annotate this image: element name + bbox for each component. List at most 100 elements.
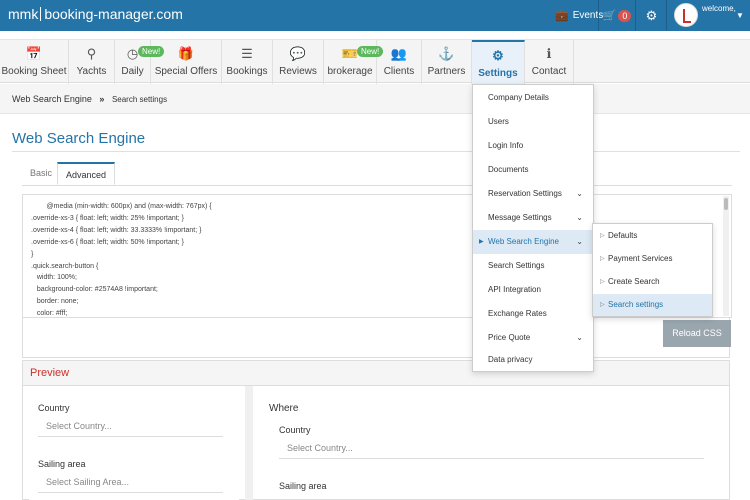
nav-settings[interactable]: ⚙ Settings [472,40,525,84]
breadcrumb-parent[interactable]: Web Search Engine [12,94,92,104]
menu-item-api-integration[interactable]: API Integration [473,278,593,302]
sailing-area-label: Sailing area [38,459,86,469]
menu-item-company-details[interactable]: Company Details [473,86,593,110]
submenu-item-label: Payment Services [608,254,673,263]
menu-item-label: Company Details [488,93,549,102]
title-divider [12,151,740,152]
nav-label: Daily [121,66,144,77]
menu-item-exchange-rates[interactable]: Exchange Rates [473,302,593,326]
comment-icon: 💬 [289,46,307,61]
country-label: Country [279,425,311,435]
top-bar: mmk booking-manager.com 💼 Events 🛒 0 ⚙ we… [0,0,750,31]
menu-item-message-settings[interactable]: Message Settings ⌄ [473,206,593,230]
country-select[interactable]: Select Country... [279,443,704,459]
chevron-down-icon: ⌄ [576,189,583,198]
code-line: @media (min-width: 600px) and (max-width… [31,203,212,210]
logo[interactable]: mmk booking-manager.com [8,6,183,22]
menu-item-label: Web Search Engine [488,237,560,246]
editor-footer [22,318,730,358]
gift-icon: 🎁 [177,46,195,61]
breadcrumb: Web Search Engine » Search settings [0,84,750,114]
anchor-icon: ⚓ [438,46,455,61]
menu-item-search-settings[interactable]: Search Settings [473,254,593,278]
nav-special-offers[interactable]: 🎁 Special Offers [151,40,222,84]
menu-item-price-quote[interactable]: Price Quote ⌄ [473,326,593,350]
welcome-text: welcome, [702,4,736,13]
user-menu[interactable]: welcome, ▼ [668,0,750,31]
editor-scrollbar[interactable] [723,196,729,316]
logo-divider [40,7,42,21]
submenu-item-payment-services[interactable]: ▷ Payment Services [593,248,712,270]
nav-yachts[interactable]: ⚲ Yachts [69,40,115,84]
tab-advanced[interactable]: Advanced [57,162,116,185]
nav-label: brokerage [327,66,373,77]
sailing-area-select[interactable]: Select Sailing Area... [38,477,223,493]
menu-item-web-search-engine[interactable]: ▶ Web Search Engine ⌄ [473,230,593,254]
submenu-item-label: Search settings [608,300,664,309]
where-heading: Where [269,403,299,414]
preview-panel: Preview Country Select Country... Sailin… [22,360,730,500]
sailing-area-label: Sailing area [279,481,327,491]
menu-item-data-privacy[interactable]: Data privacy [473,348,593,372]
main-nav: 📅 Booking Sheet ⚲ Yachts ◷ Daily New! 🎁 … [0,39,750,84]
nav-label: Reviews [279,66,317,77]
menu-item-label: API Integration [488,285,541,294]
nav-label: Clients [383,66,415,77]
menu-item-users[interactable]: Users [473,110,593,134]
chevron-down-icon: ⌄ [576,237,583,246]
nav-contact[interactable]: ℹ Contact [525,40,574,84]
preview-right-form: Where Country Select Country... Sailing … [253,387,723,500]
events-button[interactable]: 💼 Events [555,0,603,31]
menu-item-documents[interactable]: Documents [473,158,593,182]
caret-right-icon: ▶ [479,239,484,245]
gear-icon: ⚙ [645,7,658,23]
nav-bookings[interactable]: ☰ Bookings [222,40,273,84]
breadcrumb-separator: » [99,94,105,104]
preview-left-form: Country Select Country... Sailing area S… [29,393,239,500]
nav-partners[interactable]: ⚓ Partners [422,40,472,84]
info-icon: ℹ [546,46,552,61]
nav-reviews[interactable]: 💬 Reviews [273,40,324,84]
nav-booking-sheet[interactable]: 📅 Booking Sheet [0,40,69,84]
country-select[interactable]: Select Country... [38,421,223,437]
nav-label: Partners [427,66,466,77]
nav-label: Bookings [226,66,268,77]
tab-basic[interactable]: Basic [22,162,60,185]
settings-gear-button[interactable]: ⚙ [637,0,667,31]
submenu-item-label: Defaults [608,231,638,240]
caret-right-icon: ▷ [600,302,605,308]
logo-domain: booking-manager.com [44,6,183,22]
web-search-engine-submenu: ▷ Defaults ▷ Payment Services ▷ Create Sear… [592,223,713,317]
cart-button[interactable]: 🛒 0 [598,0,636,31]
nav-label: Special Offers [154,66,218,77]
nav-clients[interactable]: 👥 Clients [377,40,422,84]
chevron-down-icon: ⌄ [576,333,583,342]
tab-divider [22,185,732,186]
preview-column-divider [245,386,253,500]
nav-label: Contact [531,66,567,77]
reload-css-button[interactable]: Reload CSS [663,320,731,347]
menu-item-label: Search Settings [488,261,545,270]
menu-item-label: Reservation Settings [488,189,562,198]
calendar-icon: 📅 [25,46,43,61]
gears-icon: ⚙ [492,48,504,63]
settings-dropdown-menu: Company Details Users Login Info Documen… [472,84,594,372]
menu-item-label: Exchange Rates [488,309,547,318]
menu-item-label: Login Info [488,141,524,150]
submenu-item-create-search[interactable]: ▷ Create Search [593,271,712,293]
submenu-item-search-settings[interactable]: ▷ Search settings [593,294,712,316]
menu-item-label: Users [488,117,509,126]
submenu-item-defaults[interactable]: ▷ Defaults [593,225,712,247]
menu-item-label: Message Settings [488,213,552,222]
menu-item-reservation-settings[interactable]: Reservation Settings ⌄ [473,182,593,206]
logo-prefix: mmk [8,6,39,22]
nav-label: Booking Sheet [1,66,67,77]
menu-item-login-info[interactable]: Login Info [473,134,593,158]
caret-right-icon: ▷ [600,256,605,262]
users-icon: 👥 [390,46,408,61]
page-title: Web Search Engine [12,130,146,147]
nav-label: Settings [478,68,518,79]
list-icon: ☰ [241,46,253,61]
menu-item-label: Price Quote [488,333,531,342]
avatar [674,3,698,27]
